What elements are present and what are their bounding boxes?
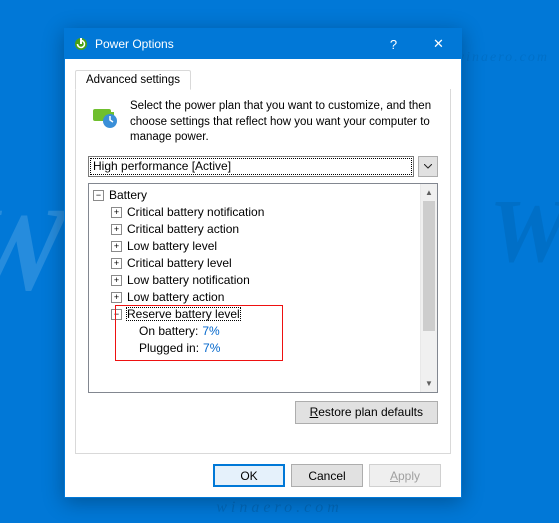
collapse-icon[interactable]: − [111, 309, 122, 320]
tree-label: Critical battery notification [126, 205, 265, 219]
btn-text: estore plan defaults [318, 405, 423, 419]
chevron-down-icon[interactable] [418, 156, 438, 177]
scroll-thumb[interactable] [423, 201, 435, 331]
tree-node[interactable]: + Low battery notification [93, 272, 437, 289]
tree-label: Critical battery level [126, 256, 233, 270]
tree-label: Low battery action [126, 290, 225, 304]
dialog-buttons: OK Cancel Apply [75, 454, 451, 487]
tree-label-selected: Reserve battery level [126, 307, 241, 321]
restore-defaults-button[interactable]: Restore plan defaults [295, 401, 438, 424]
cancel-button[interactable]: Cancel [291, 464, 363, 487]
expand-icon[interactable]: + [111, 224, 122, 235]
tree-node[interactable]: + Critical battery level [93, 255, 437, 272]
tabstrip: Advanced settings [75, 67, 451, 89]
intro-row: Select the power plan that you want to c… [88, 99, 438, 146]
window-title: Power Options [95, 37, 371, 51]
scroll-down-icon[interactable]: ▼ [421, 375, 437, 392]
tab-content: Select the power plan that you want to c… [75, 89, 451, 454]
scroll-up-icon[interactable]: ▲ [421, 184, 437, 201]
tree-node[interactable]: + Low battery action [93, 289, 437, 306]
ok-button[interactable]: OK [213, 464, 285, 487]
close-button[interactable]: ✕ [416, 29, 461, 59]
tree-node-reserve-battery[interactable]: − Reserve battery level [93, 306, 437, 323]
setting-key: On battery: [139, 324, 198, 338]
setting-value: 7% [203, 341, 220, 355]
settings-tree[interactable]: − Battery + Critical battery notificatio… [88, 183, 438, 393]
watermark-w: W [0, 180, 67, 318]
tree-label: Low battery level [126, 239, 218, 253]
tree-node-battery[interactable]: − Battery [93, 187, 437, 204]
tree-label: Battery [108, 188, 148, 202]
tab-advanced-settings[interactable]: Advanced settings [75, 70, 191, 90]
apply-button: Apply [369, 464, 441, 487]
mnemonic: A [390, 469, 398, 483]
expand-icon[interactable]: + [111, 258, 122, 269]
tree-label: Low battery notification [126, 273, 251, 287]
btn-text: pply [398, 469, 420, 483]
power-plan-dropdown[interactable]: High performance [Active] [88, 156, 414, 177]
power-options-dialog: Power Options ? ✕ Advanced settings Sele… [64, 28, 462, 498]
watermark-url: winaero.com [216, 499, 343, 517]
titlebar: Power Options ? ✕ [65, 29, 461, 59]
tree-label: Critical battery action [126, 222, 240, 236]
tree-node[interactable]: + Critical battery notification [93, 204, 437, 221]
setting-key: Plugged in: [139, 341, 199, 355]
tree-node[interactable]: + Critical battery action [93, 221, 437, 238]
expand-icon[interactable]: + [111, 292, 122, 303]
expand-icon[interactable]: + [111, 275, 122, 286]
scrollbar-vertical[interactable]: ▲ ▼ [420, 184, 437, 392]
battery-plan-icon [88, 99, 120, 131]
tree-leaf-plugged-in[interactable]: Plugged in: 7% [93, 340, 437, 357]
tree-node[interactable]: + Low battery level [93, 238, 437, 255]
dialog-body: Advanced settings Select the power plan … [65, 59, 461, 497]
power-icon [73, 36, 89, 52]
expand-icon[interactable]: + [111, 207, 122, 218]
expand-icon[interactable]: + [111, 241, 122, 252]
collapse-icon[interactable]: − [93, 190, 104, 201]
help-button[interactable]: ? [371, 29, 416, 59]
intro-text: Select the power plan that you want to c… [130, 99, 438, 146]
watermark-w2: W [489, 180, 559, 283]
mnemonic: R [310, 405, 319, 419]
setting-value: 7% [202, 324, 219, 338]
plan-select-row: High performance [Active] [88, 156, 438, 177]
tree-leaf-on-battery[interactable]: On battery: 7% [93, 323, 437, 340]
